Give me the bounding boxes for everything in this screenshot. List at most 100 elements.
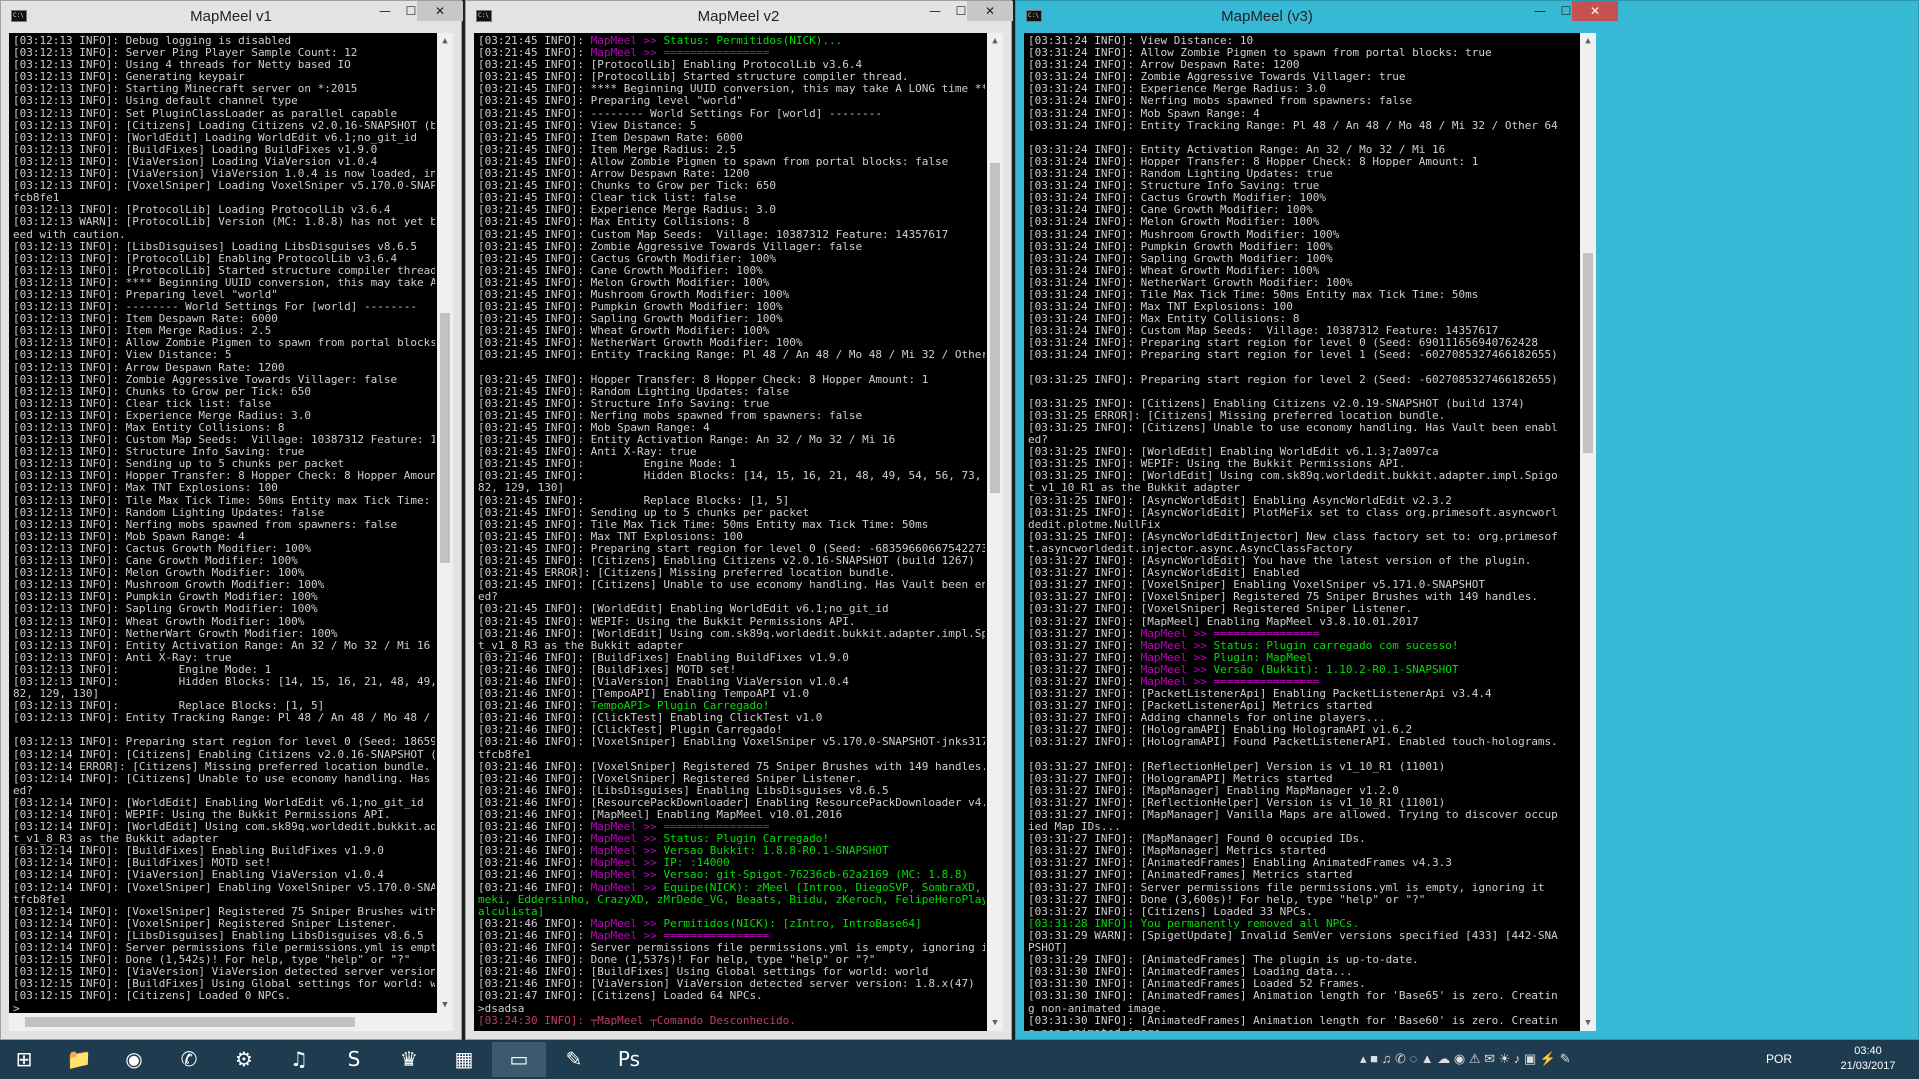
- scroll-down-arrow-icon[interactable]: ▼: [1580, 1015, 1596, 1031]
- scroll-up-arrow-icon[interactable]: ▲: [1580, 33, 1596, 49]
- console-line: [03:12:13 INFO]: Debug logging is disabl…: [13, 35, 292, 47]
- console-window-v1[interactable]: C:\ MapMeel v1 — ☐ ✕ [03:12:13 INFO]: De…: [0, 0, 463, 1040]
- notepad-plus-icon[interactable]: ✎: [547, 1042, 601, 1077]
- scroll-thumb[interactable]: [440, 313, 450, 563]
- language-indicator[interactable]: POR: [1766, 1052, 1792, 1066]
- scroll-up-arrow-icon[interactable]: ▲: [987, 33, 1003, 49]
- clock[interactable]: 03:40 21/03/2017: [1838, 1044, 1898, 1074]
- skype-icon[interactable]: S: [327, 1042, 381, 1077]
- console-line: alculista]: [478, 905, 545, 918]
- scroll-thumb[interactable]: [990, 163, 1000, 493]
- console-line: [03:31:24 INFO]: Entity Activation Range…: [1028, 143, 1446, 156]
- console-line: [03:31:27 INFO]: [MapManager] Found 0 oc…: [1028, 833, 1366, 846]
- console-line: [03:21:45 INFO]: Pumpkin Growth Modifier…: [478, 301, 783, 314]
- console-line: 82, 129, 130]: [13, 688, 100, 701]
- console-line: [03:31:24 INFO]: Experience Merge Radius…: [1028, 83, 1327, 96]
- command-prompt-icon[interactable]: ▭: [492, 1042, 546, 1077]
- console-line: [03:31:24 INFO]: NetherWart Growth Modif…: [1028, 276, 1353, 289]
- taskbar: ⊞ 📁 ◉ ✆ ⚙ ♫ S ♛ ▦ ▭ ✎ Ps ▴ ■ ♫ ✆ ◌ ▲ ☁ ◉…: [0, 1040, 1919, 1079]
- console-line: [03:21:46 INFO]: MapMeel >> ============…: [478, 929, 770, 942]
- console-line: [03:21:46 INFO]: MapMeel >> Permitidos(N…: [478, 917, 922, 930]
- whatsapp-icon[interactable]: ✆: [162, 1042, 216, 1077]
- scroll-up-arrow-icon[interactable]: ▲: [437, 33, 453, 49]
- game-app-icon[interactable]: ♛: [382, 1042, 436, 1077]
- console-line: [03:21:45 INFO]: View Distance: 5: [478, 119, 697, 132]
- console-line: [03:21:45 INFO]: Max TNT Explosions: 100: [478, 530, 743, 543]
- console-line: [03:21:45 INFO]: Anti X-Ray: true: [478, 446, 697, 459]
- console-line: [03:31:25 INFO]: [Citizens] Unable to us…: [1028, 422, 1558, 434]
- console-line: [03:31:24 INFO]: Melon Growth Modifier: …: [1028, 216, 1320, 229]
- console-line: [03:31:27 INFO]: Adding channels for onl…: [1028, 712, 1386, 725]
- window-title: MapMeel (v3): [1221, 8, 1313, 25]
- console-line: [03:21:46 INFO]: [TempoAPI] Enabling Tem…: [478, 688, 810, 701]
- console-line: [03:31:27 INFO]: [VoxelSniper] Registere…: [1028, 603, 1413, 616]
- console-line: [03:21:45 INFO]: MapMeel >> ============…: [478, 47, 770, 60]
- console-line: PSHOT]: [1028, 942, 1068, 955]
- console-line: [03:31:29 WARN]: [SpigetUpdate] Invalid …: [1028, 929, 1558, 942]
- minecraft-icon[interactable]: ▦: [437, 1042, 491, 1077]
- console-line: g non-animated image.: [1028, 1002, 1168, 1015]
- console-line: [03:21:45 INFO]: Clear tick list: false: [478, 192, 737, 205]
- console-line: [03:12:13 INFO]: Max TNT Explosions: 100: [13, 482, 278, 495]
- file-explorer-icon[interactable]: 📁: [52, 1042, 106, 1077]
- photoshop-icon[interactable]: Ps: [602, 1042, 656, 1077]
- console-line: [03:12:13 INFO]: NetherWart Growth Modif…: [13, 627, 338, 640]
- scroll-thumb[interactable]: [1583, 253, 1593, 453]
- console-line: [03:24:30 INFO]: ┬MapMeel ┬Comando Desco…: [478, 1014, 796, 1027]
- spotify-icon[interactable]: ♫: [272, 1042, 326, 1077]
- console-line: [03:21:45 INFO]: Preparing level "world": [478, 95, 743, 108]
- vertical-scrollbar[interactable]: ▲ ▼: [1580, 33, 1596, 1031]
- scroll-down-arrow-icon[interactable]: ▼: [987, 1015, 1003, 1031]
- console-line: [03:12:13 INFO]: [ProtocolLib] Started s…: [13, 264, 435, 277]
- console-window-v2[interactable]: C:\ MapMeel v2 — ☐ ✕ [03:21:45 INFO]: Ma…: [465, 0, 1013, 1040]
- console-line: [03:21:46 INFO]: [WorldEdit] Using com.s…: [478, 627, 985, 640]
- console-line: [03:12:13 INFO]: Item Merge Radius: 2.5: [13, 325, 272, 338]
- windows-start-icon[interactable]: ⊞: [0, 1042, 48, 1077]
- network-tool-icon[interactable]: ⚙: [217, 1042, 271, 1077]
- close-button[interactable]: ✕: [417, 1, 463, 21]
- console-line: [03:12:13 INFO]: Generating keypair: [13, 71, 245, 84]
- console-line: [03:31:27 INFO]: [AnimatedFrames] Metric…: [1028, 869, 1353, 882]
- chrome-icon[interactable]: ◉: [107, 1042, 161, 1077]
- console-output[interactable]: [03:12:13 INFO]: Debug logging is disabl…: [9, 33, 453, 1031]
- system-tray: ▴ ■ ♫ ✆ ◌ ▲ ☁ ◉ ⚠ ✉ ☀ ♪ ▣ ⚡ ✎: [1360, 1040, 1760, 1079]
- console-line: [03:12:14 INFO]: WEPIF: Using the Bukkit…: [13, 809, 391, 821]
- horizontal-scrollbar[interactable]: [9, 1013, 437, 1031]
- console-output[interactable]: [03:21:45 INFO]: MapMeel >> Status: Perm…: [474, 33, 1003, 1031]
- console-line: [03:31:27 INFO]: [AnimatedFrames] Enabli…: [1028, 857, 1452, 870]
- console-line: [03:12:13 INFO]: Server Ping Player Samp…: [13, 47, 358, 60]
- console-line: [03:31:27 INFO]: [PacketListenerApi] Ena…: [1028, 688, 1492, 701]
- console-line: [03:21:45 INFO]: Allow Zombie Pigmen to …: [478, 155, 949, 168]
- console-output[interactable]: [03:31:24 INFO]: View Distance: 10 [03:31…: [1024, 33, 1596, 1031]
- title-bar[interactable]: C:\ MapMeel v2 — ☐ ✕: [466, 1, 1013, 33]
- console-line: [03:31:25 INFO]: [WorldEdit] Using com.s…: [1028, 470, 1558, 483]
- close-button[interactable]: ✕: [967, 1, 1013, 21]
- console-line: [03:21:45 INFO]: Cane Growth Modifier: 1…: [478, 264, 763, 277]
- console-line: [03:12:13 INFO]: Clear tick list: false: [13, 397, 272, 410]
- console-line: [03:31:25 ERROR]: [Citizens] Missing pre…: [1028, 409, 1446, 422]
- vertical-scrollbar[interactable]: ▲ ▼: [437, 33, 453, 1013]
- title-bar[interactable]: C:\ MapMeel (v3) — ☐ ✕: [1016, 1, 1918, 33]
- console-line: [03:21:46 INFO]: MapMeel >> Versao Bukki…: [478, 845, 889, 858]
- tray-icons[interactable]: ▴ ■ ♫ ✆ ◌ ▲ ☁ ◉ ⚠ ✉ ☀ ♪ ▣ ⚡ ✎: [1360, 1051, 1571, 1067]
- console-line: [03:21:45 INFO]: Preparing start region …: [478, 542, 985, 555]
- console-line: [03:12:13 INFO]: Using 4 threads for Net…: [13, 59, 351, 72]
- console-line: [03:21:45 INFO]: NetherWart Growth Modif…: [478, 337, 803, 350]
- console-window-v3[interactable]: C:\ MapMeel (v3) — ☐ ✕ [03:31:24 INFO]: …: [1015, 0, 1919, 1040]
- console-line: [03:21:45 INFO]: Experience Merge Radius…: [478, 204, 777, 217]
- console-line: [03:31:27 INFO]: MapMeel >> Versão (Bukk…: [1028, 663, 1459, 676]
- console-line: [03:31:24 INFO]: Sapling Growth Modifier…: [1028, 252, 1333, 265]
- title-bar[interactable]: C:\ MapMeel v1 — ☐ ✕: [1, 1, 463, 33]
- console-line: [03:31:27 INFO]: MapMeel >> ============…: [1028, 675, 1320, 688]
- console-line: [03:12:13 INFO]: Entity Tracking Range: …: [13, 712, 435, 725]
- console-line: [03:12:13 INFO]: [ProtocolLib] Loading P…: [13, 204, 391, 217]
- console-line: [03:12:13 INFO]: [Citizens] Loading Citi…: [13, 119, 435, 132]
- vertical-scrollbar[interactable]: ▲ ▼: [987, 33, 1003, 1031]
- close-button[interactable]: ✕: [1572, 1, 1618, 21]
- scroll-down-arrow-icon[interactable]: ▼: [437, 997, 453, 1013]
- console-line: [03:12:15 INFO]: Done (1,542s)! For help…: [13, 954, 411, 967]
- horizontal-scroll-thumb[interactable]: [25, 1017, 355, 1027]
- console-line: [03:21:45 INFO]: Tile Max Tick Time: 50m…: [478, 518, 929, 531]
- console-line: [03:31:24 INFO]: Structure Info Saving: …: [1028, 180, 1320, 193]
- console-line: [03:21:45 INFO]: Mob Spawn Range: 4: [478, 422, 710, 434]
